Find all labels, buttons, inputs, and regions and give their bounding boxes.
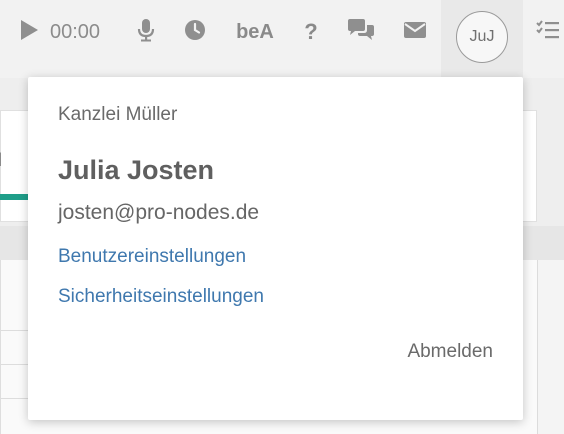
bea-button[interactable]: beA — [230, 16, 280, 48]
table-row-divider — [1, 364, 31, 365]
envelope-icon — [403, 21, 427, 44]
app-screen: il 00:00 — [0, 0, 564, 434]
organization-name: Kanzlei Müller — [58, 104, 178, 125]
clock-icon — [184, 19, 206, 46]
user-menu-dropdown: Kanzlei Müller Julia Josten josten@pro-n… — [28, 77, 523, 420]
time-tracking-button[interactable] — [180, 16, 210, 48]
play-icon — [19, 19, 39, 46]
timer-display: 00:00 — [50, 20, 101, 43]
user-settings-link[interactable]: Benutzereinstellungen — [58, 246, 246, 268]
table-row-divider — [1, 398, 31, 399]
background-tab-label[interactable]: il — [0, 150, 2, 171]
microphone-icon — [137, 18, 155, 47]
user-menu-toggle[interactable]: JuJ — [441, 0, 523, 78]
chat-button[interactable] — [344, 16, 378, 48]
user-email: josten@pro-nodes.de — [58, 201, 260, 224]
security-settings-link[interactable]: Sicherheitseinstellungen — [58, 286, 264, 308]
messages-button[interactable] — [400, 16, 430, 48]
microphone-button[interactable] — [132, 16, 160, 48]
avatar[interactable]: JuJ — [456, 11, 508, 63]
top-toolbar: 00:00 beA ? JuJ — [0, 0, 564, 78]
table-row-divider — [1, 330, 31, 331]
help-button[interactable]: ? — [296, 16, 326, 48]
checklist-icon — [536, 19, 560, 46]
chat-icon — [346, 18, 376, 47]
play-button[interactable] — [14, 16, 44, 48]
active-tab-indicator — [0, 194, 30, 200]
user-full-name: Julia Josten — [58, 155, 215, 185]
tasks-button[interactable] — [532, 16, 564, 48]
background-right-edge — [537, 260, 564, 434]
logout-button[interactable]: Abmelden — [407, 341, 493, 363]
